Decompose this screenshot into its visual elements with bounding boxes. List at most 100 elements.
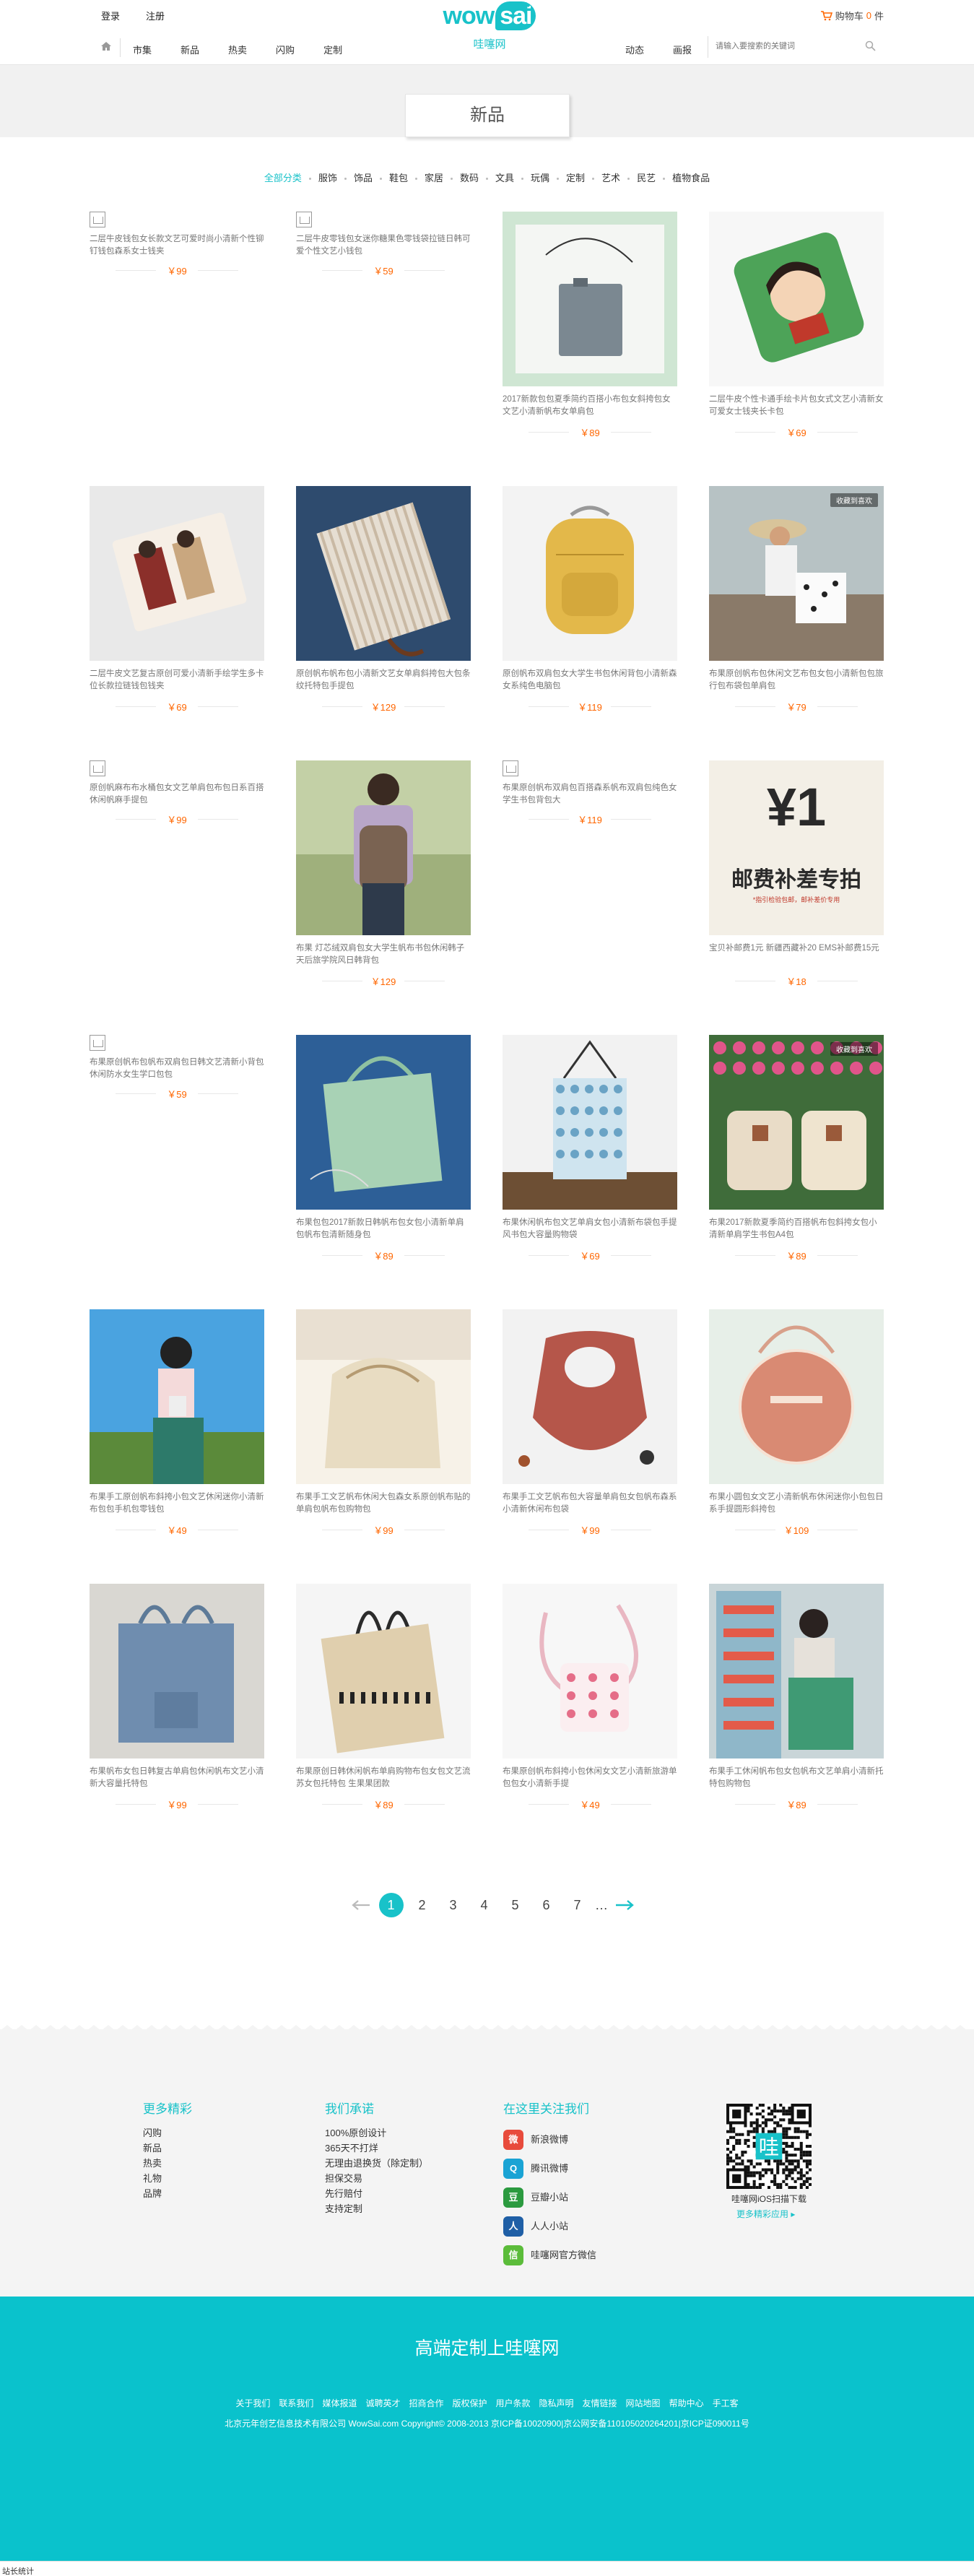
product-card[interactable]: 二层牛皮零钱包女迷你糖果色零钱袋拉链日韩可爱个性文艺小钱包 ￥59 [296,212,471,277]
page-5[interactable]: 5 [500,1892,531,1918]
category-9[interactable]: 艺术 [601,170,620,184]
favorite-tag[interactable]: 收藏到喜欢 [830,493,878,507]
nav-item-3[interactable]: 闪购 [276,43,295,56]
footer-more-item[interactable]: 新品 [143,2141,192,2156]
product-card[interactable]: ¥1 邮费补差专拍 *指引检验包邮，邮补差价专用宝贝补邮费1元 新疆西藏补20 EM… [709,760,884,988]
page-2[interactable]: 2 [406,1892,438,1918]
product-description[interactable]: 布果手工文艺帆布包大容量单肩包女包帆布森系小清新休闲布包袋 [503,1491,677,1516]
footer-link[interactable]: 版权保护 [452,2398,487,2408]
category-5[interactable]: 数码 [460,170,479,184]
product-card[interactable]: 原创帆布双肩包女大学生书包休闲背包小清新森女系纯色电脑包 ￥119 [503,486,677,714]
product-image[interactable] [296,486,471,661]
pager-prev[interactable] [347,1892,375,1918]
product-card[interactable]: 布果手工文艺帆布包大容量单肩包女包帆布森系小清新休闲布包袋 ￥99 [503,1309,677,1537]
footer-more-item[interactable]: 礼物 [143,2171,192,2186]
category-6[interactable]: 文具 [495,170,514,184]
product-description[interactable]: 布果手工休闲帆布包女包帆布文艺单肩小清新托特包购物包 [709,1766,884,1790]
login-link[interactable]: 登录 [101,9,120,22]
footer-link[interactable]: 手工客 [713,2398,739,2408]
product-description[interactable]: 布果2017新款夏季简约百搭帆布包斜挎女包小清新单肩学生书包A4包 [709,1217,884,1241]
page-7[interactable]: 7 [562,1892,593,1918]
cart-link[interactable]: 购物车 0 件 [820,9,884,22]
product-card[interactable]: 布果休闲帆布包文艺单肩女包小清新布袋包手提风书包大容量购物袋 ￥69 [503,1035,677,1262]
product-card[interactable]: 布果手工原创帆布斜挎小包文艺休闲迷你小清新布包包手机包零钱包 ￥49 [90,1309,264,1537]
product-description[interactable]: 布果原创帆布包休闲文艺布包女包小清新包包旅行包布袋包单肩包 [709,668,884,693]
product-image[interactable] [503,1309,677,1484]
footer-social-item[interactable]: 豆豆瓣小站 [503,2183,596,2212]
product-card[interactable]: 布果手工休闲帆布包女包帆布文艺单肩小清新托特包购物包 ￥89 [709,1584,884,1811]
footer-link[interactable]: 用户条款 [496,2398,531,2408]
product-card[interactable]: 二层牛皮个性卡通手绘卡片包女式文艺小清新女可爱女士钱夹长卡包 ￥69 [709,212,884,439]
category-4[interactable]: 家居 [425,170,443,184]
product-image[interactable]: ¥1 邮费补差专拍 *指引检验包邮，邮补差价专用 [709,760,884,935]
product-card[interactable]: 布果原创帆布包帆布双肩包日韩文艺清新小背包休闲防水女生学口包包 ￥59 [90,1035,264,1101]
product-image[interactable] [709,1584,884,1758]
category-3[interactable]: 鞋包 [389,170,408,184]
product-description[interactable]: 原创帆麻布布水桶包女文艺单肩包布包日系百搭休闲帆麻手提包 [90,782,264,807]
page-4[interactable]: 4 [469,1892,500,1918]
product-card[interactable]: 原创帆麻布布水桶包女文艺单肩包布包日系百搭休闲帆麻手提包 ￥99 [90,760,264,826]
favorite-tag[interactable]: 收藏到喜欢 [830,1042,878,1056]
product-description[interactable]: 二层牛皮文艺复古原创可爱小清新手绘学生多卡位长款拉链钱包钱夹 [90,668,264,693]
nav-item-0[interactable]: 市集 [133,43,152,56]
product-description[interactable]: 二层牛皮钱包女长款文艺可爱时尚小清新个性铆钉钱包森系女士钱夹 [90,233,264,258]
footer-link[interactable]: 隐私声明 [539,2398,574,2408]
product-description[interactable]: 布果小圆包女文艺小清新帆布休闲迷你小包包日系手提圆形斜挎包 [709,1491,884,1516]
product-image[interactable] [296,1035,471,1210]
category-10[interactable]: 民艺 [637,170,656,184]
product-image[interactable]: 收藏到喜欢 [709,486,884,661]
footer-social-item[interactable]: Q 腾讯微博 [503,2154,596,2183]
footer-link[interactable]: 联系我们 [279,2398,313,2408]
product-card[interactable]: 收藏到喜欢 布果原创帆布包休闲文艺布包女包小清新包包旅行包布袋包单肩包 ￥79 [709,486,884,714]
footer-link[interactable]: 诚聘英才 [365,2398,400,2408]
product-card[interactable]: 布果原创帆布斜挎小包休闲女文艺小清新旅游单包包女小清新手提 ￥49 [503,1584,677,1811]
product-description[interactable]: 二层牛皮个性卡通手绘卡片包女式文艺小清新女可爱女士钱夹长卡包 [709,394,884,418]
product-image[interactable]: 收藏到喜欢 [709,1035,884,1210]
footer-link[interactable]: 友情链接 [583,2398,617,2408]
footer-more-item[interactable]: 闪购 [143,2125,192,2141]
product-image[interactable] [503,486,677,661]
category-2[interactable]: 饰品 [354,170,373,184]
product-image[interactable] [503,212,677,386]
product-image[interactable] [709,212,884,386]
footer-more-item[interactable]: 热卖 [143,2156,192,2171]
footer-link[interactable]: 网站地图 [626,2398,661,2408]
page-6[interactable]: 6 [531,1892,562,1918]
product-image[interactable] [709,1309,884,1484]
product-description[interactable]: 布果 灯芯绒双肩包女大学生帆布书包休闲韩子天后旅学院风日韩背包 [296,942,471,967]
pager-next[interactable] [610,1892,639,1918]
product-card[interactable]: 二层牛皮文艺复古原创可爱小清新手绘学生多卡位长款拉链钱包钱夹 ￥69 [90,486,264,714]
register-link[interactable]: 注册 [146,9,165,22]
product-image[interactable] [90,1309,264,1484]
category-7[interactable]: 玩偶 [531,170,549,184]
product-card[interactable]: 布果手工文艺帆布休闲大包森女系原创帆布贴的单肩包帆布包购物包 ￥99 [296,1309,471,1537]
home-icon[interactable] [101,42,111,51]
footer-link[interactable]: 关于我们 [235,2398,270,2408]
product-image[interactable] [296,1309,471,1484]
footer-link[interactable]: 媒体报道 [322,2398,357,2408]
nav-right-item-1[interactable]: 画报 [673,43,692,56]
product-description[interactable]: 宝贝补邮费1元 新疆西藏补20 EMS补邮费15元 [709,942,884,967]
product-image[interactable] [90,486,264,661]
search-input[interactable] [716,36,860,56]
product-description[interactable]: 布果包包2017新款日韩帆布包女包小清新单肩包帆布包清新随身包 [296,1217,471,1241]
nav-item-1[interactable]: 新品 [181,43,199,56]
page-3[interactable]: 3 [438,1892,469,1918]
footer-social-item[interactable]: 人人人小站 [503,2212,596,2241]
more-apps-link[interactable]: 更多精彩应用 ▸ [736,2208,795,2220]
product-card[interactable]: 布果 灯芯绒双肩包女大学生帆布书包休闲韩子天后旅学院风日韩背包 ￥129 [296,760,471,988]
product-description[interactable]: 布果原创帆布斜挎小包休闲女文艺小清新旅游单包包女小清新手提 [503,1766,677,1790]
product-description[interactable]: 布果休闲帆布包文艺单肩女包小清新布袋包手提风书包大容量购物袋 [503,1217,677,1241]
product-image[interactable] [503,1035,677,1210]
product-card[interactable]: 布果帆布女包日韩复古单肩包休闲帆布文艺小清新大容量托特包 ￥99 [90,1584,264,1811]
product-image[interactable] [90,1584,264,1758]
footer-social-item[interactable]: 信哇噻网官方微信 [503,2241,596,2270]
product-description[interactable]: 布果帆布女包日韩复古单肩包休闲帆布文艺小清新大容量托特包 [90,1766,264,1790]
product-description[interactable]: 原创帆布双肩包女大学生书包休闲背包小清新森女系纯色电脑包 [503,668,677,693]
footer-link[interactable]: 招商合作 [409,2398,443,2408]
product-description[interactable]: 原创帆布帆布包小清新文艺女单肩斜挎包大包条纹托特包手提包 [296,668,471,693]
product-description[interactable]: 布果原创帆布包帆布双肩包日韩文艺清新小背包休闲防水女生学口包包 [90,1057,264,1081]
product-description[interactable]: 布果原创日韩休闲帆布单肩购物布包女包文艺流苏女包托特包 生果果团款 [296,1766,471,1790]
nav-right-item-0[interactable]: 动态 [625,43,644,56]
product-description[interactable]: 布果手工文艺帆布休闲大包森女系原创帆布贴的单肩包帆布包购物包 [296,1491,471,1516]
